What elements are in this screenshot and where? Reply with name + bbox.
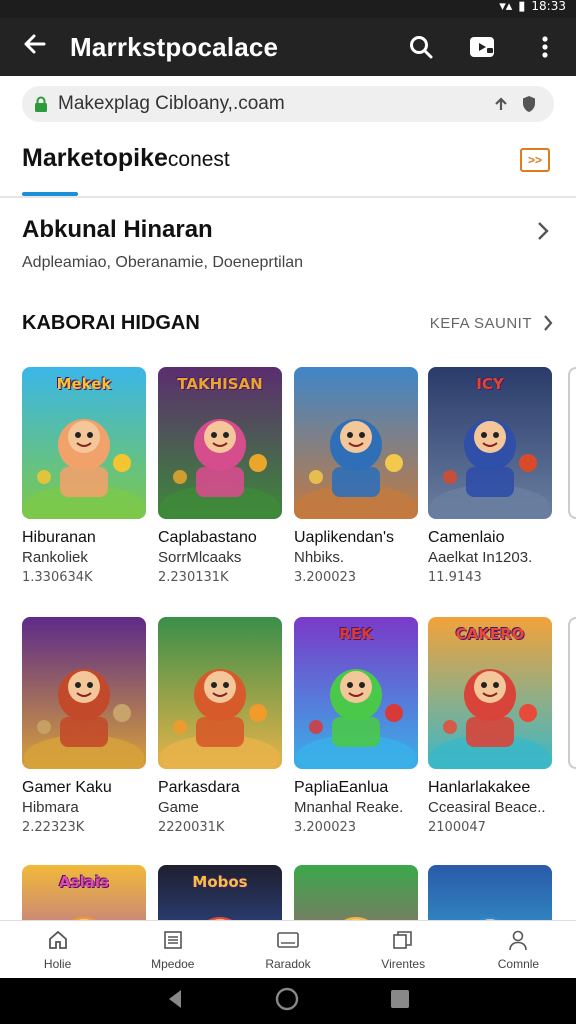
app-card[interactable]: ICY Camenlaio Aaelkat In1203. 11.9143 [428,367,552,585]
signal-icon: ▾▴ [499,0,513,13]
nav-label: Holie [43,957,72,971]
category-subtitle: Adpleamiao, Oberanamie, Doeneprtilan [22,254,304,271]
app-thumbnail[interactable]: TAKHISAN [158,367,282,519]
video-icon[interactable] [452,18,514,76]
bottom-nav: Holie Mpedoe Raradok Virentes Comnle [0,920,576,978]
app-subtitle: Nhbiks. [294,549,345,566]
library-icon [393,931,413,949]
nav-profile[interactable]: Comnle [461,921,576,978]
app-download-count: 2220031K [158,820,225,835]
nav-label: Raradok [265,957,311,971]
category-title: Abkunal Hinaran [22,216,213,243]
app-download-count: 3.200023 [294,820,357,835]
thumbnail-logo-text: Mobos [192,873,248,891]
tab-badge[interactable]: >> [520,148,550,172]
app-title: Uaplikendan's [294,529,395,546]
nav-library[interactable]: Virentes [346,921,461,978]
app-thumbnail[interactable] [294,367,418,519]
app-download-count: 2100047 [428,820,486,835]
recents-icon[interactable] [389,988,411,1015]
app-subtitle: Game [158,799,199,816]
next-card-peek[interactable] [568,617,576,769]
app-subtitle: SorrMlcaaks [158,549,242,566]
thumbnail-logo-text: REK [339,625,373,643]
thumbnail-logo-text: CAKERO [455,625,525,643]
app-title: Hanlarlakakee [428,779,531,796]
url-text[interactable]: Makexplag Cibloany,.coam [58,93,484,115]
section-header: KABORAI HIDGAN KEFA SAUNIT [22,312,554,340]
search-icon[interactable] [390,18,452,76]
person-icon [509,930,528,951]
app-bar: Marrkstpocalace [0,18,576,76]
thumbnail-logo-text: ICY [476,375,504,393]
home-icon [48,930,67,949]
nav-label: Virentes [381,957,426,971]
nav-home[interactable]: Holie [0,921,115,978]
nav-list[interactable]: Mpedoe [115,921,230,978]
thumbnail-logo-text: Mekek [56,375,112,393]
app-title: Caplabastano [158,529,257,546]
chevron-right-icon[interactable] [536,220,550,247]
back-icon[interactable] [165,988,185,1015]
app-title: Camenlaio [428,529,505,546]
app-card[interactable]: CAKERO Hanlarlakakee Cceasiral Beace.. 2100… [428,617,552,835]
share-icon[interactable] [490,96,512,112]
app-title: Parkasdara [158,779,240,796]
app-download-count: 11.9143 [428,570,482,585]
url-bar[interactable]: Makexplag Cibloany,.coam [22,86,554,122]
nav-label: Mpedoe [151,957,195,971]
app-thumbnail[interactable]: CAKERO [428,617,552,769]
clock: 18:33 [531,0,566,13]
app-subtitle: Rankoliek [22,549,88,566]
app-title: Hiburanan [22,529,96,546]
status-bar: ▾▴ ▮ 18:33 [0,0,576,18]
app-thumbnail[interactable]: Mekek [22,367,146,519]
tab-active-indicator [22,192,78,196]
app-title: Marrkstpocalace [70,31,279,62]
tab-title-label: Marketopike [22,144,168,172]
app-download-count: 1.330634K [22,570,93,585]
app-card[interactable]: Uaplikendan's Nhbiks. 3.200023 [294,367,418,585]
app-card[interactable]: Gamer Kaku Hibmara 2.22323K [22,617,146,835]
chevron-right-icon[interactable] [542,314,554,337]
app-subtitle: Hibmara [22,799,79,816]
app-download-count: 3.200023 [294,570,357,585]
lock-icon [34,96,48,112]
more-vert-icon[interactable] [514,18,576,76]
app-subtitle: Aaelkat In1203. [428,549,533,566]
app-card[interactable]: Mekek Hiburanan Rankoliek 1.330634K [22,367,146,585]
tablet-icon [277,932,299,948]
app-title: PapliaEanlua [294,779,389,796]
nav-label: Comnle [497,957,540,971]
list-icon [163,931,182,949]
tab-marketplace[interactable]: Marketopikeconest [22,144,230,173]
app-thumbnail[interactable] [158,617,282,769]
app-card[interactable]: REK PapliaEanlua Mnanhal Reake. 3.200023 [294,617,418,835]
category-section[interactable]: Abkunal Hinaran Adpleamiao, Oberanamie, … [22,216,554,276]
system-nav-bar [0,978,576,1024]
battery-icon: ▮ [518,0,526,13]
see-more-link[interactable]: KEFA SAUNIT [430,315,532,332]
nav-tablet[interactable]: Raradok [230,921,345,978]
tab-row: Marketopikeconest >> [0,136,576,198]
next-card-peek[interactable] [568,367,576,519]
tab-title-sub: conest [167,148,230,171]
app-subtitle: Cceasiral Beace.. [428,799,546,816]
app-thumbnail[interactable] [22,617,146,769]
app-thumbnail[interactable]: ICY [428,367,552,519]
app-download-count: 2.230131K [158,570,229,585]
app-thumbnail[interactable]: REK [294,617,418,769]
app-subtitle: Mnanhal Reake. [294,799,404,816]
thumbnail-logo-text: TAKHISAN [177,375,263,393]
shield-icon[interactable] [518,95,540,113]
app-card[interactable]: TAKHISAN Caplabastano SorrMlcaaks 2.230131K [158,367,282,585]
back-arrow-icon[interactable] [0,30,70,65]
app-title: Gamer Kaku [22,779,112,796]
app-card[interactable]: Parkasdara Game 2220031K [158,617,282,835]
app-download-count: 2.22323K [22,820,85,835]
thumbnail-logo-text: Aslais [59,873,109,891]
home-circle-icon[interactable] [274,986,300,1017]
